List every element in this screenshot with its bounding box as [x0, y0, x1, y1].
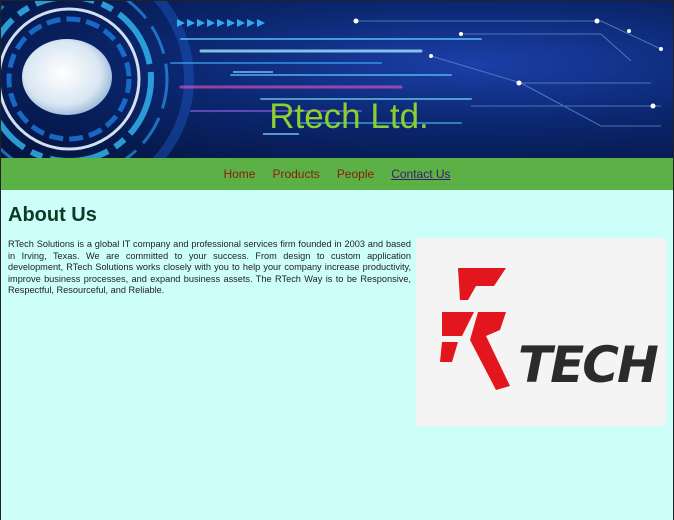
- nav-home-link[interactable]: Home: [223, 167, 255, 181]
- page: Rtech Ltd. Home Products People Contact …: [0, 0, 674, 520]
- site-title: Rtech Ltd.: [269, 97, 429, 136]
- main-nav: Home Products People Contact Us: [1, 158, 673, 190]
- header-banner: Rtech Ltd.: [1, 1, 673, 158]
- rtech-logo-image: TECH: [416, 238, 666, 426]
- nav-people-link[interactable]: People: [337, 167, 374, 181]
- page-heading: About Us: [8, 204, 97, 226]
- about-paragraph: RTech Solutions is a global IT company a…: [8, 239, 411, 296]
- rtech-logo-text: TECH: [518, 336, 658, 394]
- rtech-logo-icon: TECH: [440, 268, 660, 394]
- main-content: About Us RTech Solutions is a global IT …: [1, 190, 673, 426]
- nav-products-link[interactable]: Products: [272, 167, 319, 181]
- nav-contact-us-link[interactable]: Contact Us: [391, 167, 450, 181]
